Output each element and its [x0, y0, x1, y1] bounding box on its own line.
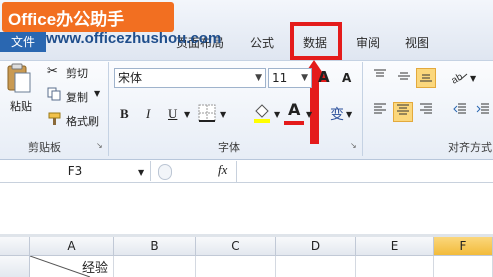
- cell-a1-text: 经验: [82, 261, 109, 276]
- orientation-icon[interactable]: ab: [450, 70, 468, 87]
- chevron-down-icon[interactable]: ▼: [274, 110, 280, 119]
- row-header[interactable]: [0, 256, 30, 277]
- copy-button[interactable]: 复制: [66, 89, 88, 105]
- shrink-font-button[interactable]: A: [342, 71, 351, 85]
- chevron-down-icon[interactable]: ▼: [470, 74, 476, 83]
- align-top-button[interactable]: [370, 68, 390, 88]
- splitter-handle[interactable]: [158, 164, 172, 180]
- chevron-down-icon[interactable]: ▼: [306, 110, 312, 119]
- align-right-button[interactable]: [416, 102, 436, 122]
- group-separator: [362, 62, 363, 156]
- font-name-select[interactable]: 宋体 ▼: [114, 68, 266, 88]
- font-size-select[interactable]: 11 ▼: [268, 68, 312, 88]
- column-header[interactable]: C: [196, 237, 276, 256]
- chevron-down-icon[interactable]: ▼: [220, 110, 226, 119]
- tab-file[interactable]: 文件: [0, 32, 46, 52]
- grow-font-button[interactable]: A: [318, 68, 330, 86]
- cell[interactable]: [356, 256, 434, 277]
- chevron-down-icon: ▼: [301, 73, 308, 83]
- paste-icon[interactable]: [6, 62, 32, 94]
- align-bottom-button[interactable]: [416, 68, 436, 88]
- decrease-indent-icon[interactable]: [450, 102, 470, 122]
- alignment-group-label: 对齐方式: [448, 141, 492, 154]
- phonetic-guide-button[interactable]: 变: [330, 104, 344, 124]
- dialog-launcher-icon[interactable]: ↘: [350, 141, 357, 150]
- column-header[interactable]: A: [30, 237, 114, 256]
- paste-button[interactable]: 粘贴: [10, 98, 32, 114]
- align-left-button[interactable]: [370, 102, 390, 122]
- chevron-down-icon[interactable]: ▼: [94, 89, 100, 98]
- dialog-launcher-icon[interactable]: ↘: [96, 141, 103, 150]
- clipboard-group-label: 剪贴板: [28, 141, 61, 154]
- chevron-down-icon: ▼: [255, 73, 262, 83]
- format-painter-button[interactable]: 格式刷: [66, 113, 99, 129]
- align-center-button[interactable]: [393, 102, 413, 122]
- bold-button[interactable]: B: [120, 106, 129, 122]
- column-header-selected[interactable]: F: [434, 237, 493, 256]
- data-tab-highlight: [290, 22, 342, 60]
- borders-icon[interactable]: [198, 104, 216, 125]
- font-color-swatch: [284, 121, 304, 125]
- column-header[interactable]: B: [114, 237, 196, 256]
- tab-formulas[interactable]: 公式: [250, 34, 274, 52]
- insert-function-button[interactable]: fx: [218, 162, 227, 178]
- tab-view[interactable]: 视图: [405, 34, 429, 52]
- align-middle-button[interactable]: [394, 68, 414, 88]
- cell-a1[interactable]: 经验: [30, 256, 114, 277]
- font-size-value: 11: [272, 71, 288, 85]
- fill-color-icon[interactable]: [252, 102, 272, 127]
- cell[interactable]: [196, 256, 276, 277]
- column-header[interactable]: D: [276, 237, 356, 256]
- copy-icon: [47, 87, 61, 104]
- font-name-value: 宋体: [118, 71, 143, 85]
- chevron-down-icon[interactable]: ▼: [138, 168, 144, 177]
- font-group-label: 字体: [218, 141, 240, 154]
- italic-button[interactable]: I: [146, 106, 150, 122]
- scissors-icon: ✂: [47, 64, 58, 79]
- cell[interactable]: [276, 256, 356, 277]
- select-all-corner[interactable]: [0, 237, 30, 256]
- font-color-icon[interactable]: A: [288, 100, 300, 119]
- watermark-logo-text: Office办公助手: [8, 10, 125, 29]
- group-separator: [108, 62, 109, 156]
- chevron-down-icon[interactable]: ▼: [184, 110, 190, 119]
- cell[interactable]: [434, 256, 493, 277]
- increase-indent-icon[interactable]: [473, 102, 493, 122]
- column-header[interactable]: E: [356, 237, 434, 256]
- chevron-down-icon[interactable]: ▼: [346, 110, 352, 119]
- format-painter-icon: [47, 112, 63, 129]
- underline-button[interactable]: U: [168, 106, 177, 122]
- cut-button[interactable]: 剪切: [66, 65, 88, 81]
- tab-review[interactable]: 审阅: [356, 34, 380, 52]
- cell[interactable]: [114, 256, 196, 277]
- name-box[interactable]: F3: [0, 161, 151, 181]
- watermark-url: www.officezhushou.com: [46, 30, 222, 47]
